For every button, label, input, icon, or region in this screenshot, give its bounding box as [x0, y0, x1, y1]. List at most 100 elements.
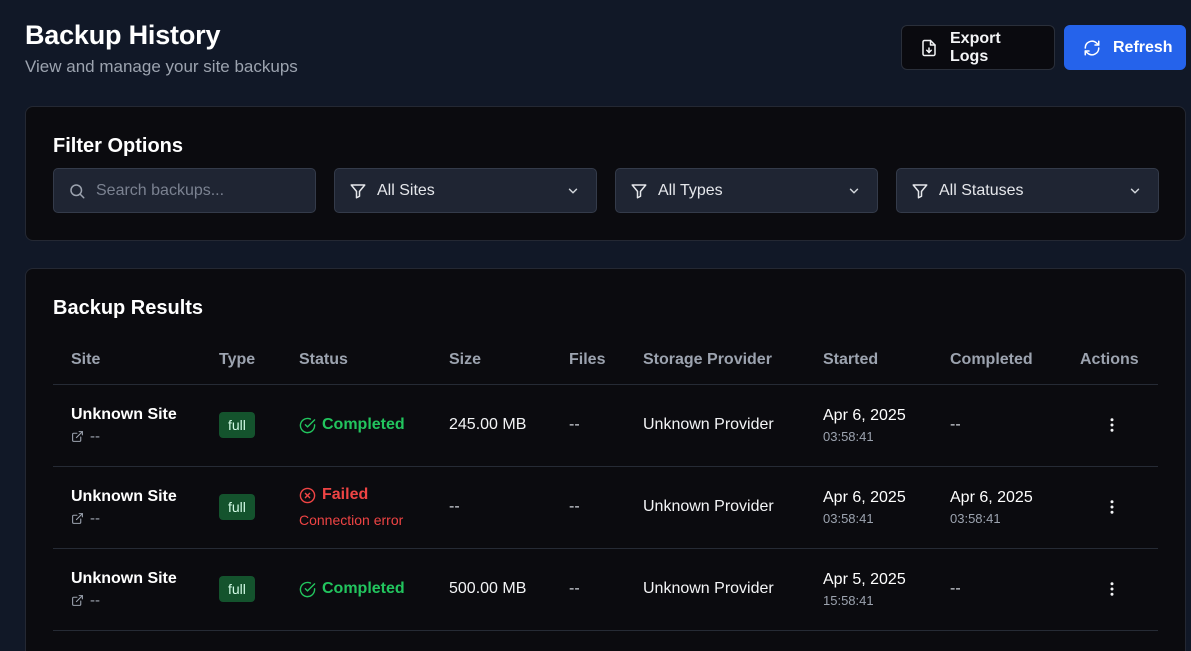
site-filter-value: All Sites — [377, 181, 435, 199]
filter-title: Filter Options — [53, 135, 183, 157]
refresh-icon — [1084, 40, 1100, 55]
completed-date: -- — [950, 580, 961, 597]
started-time: 15:58:41 — [823, 592, 874, 608]
page-title: Backup History — [25, 20, 221, 50]
search-box[interactable] — [53, 168, 316, 213]
started-cell: Apr 6, 2025 03:58:41 — [823, 384, 950, 467]
type-badge: full — [219, 494, 255, 520]
site-name: Unknown Site — [71, 569, 177, 587]
filter-icon — [911, 182, 929, 200]
provider-cell: Unknown Provider — [643, 466, 823, 549]
column-header-started[interactable]: Started — [823, 337, 950, 385]
files-cell: -- — [569, 384, 643, 467]
completed-date: -- — [950, 416, 961, 433]
export-logs-button[interactable]: Export Logs — [901, 25, 1055, 70]
site-filter-select[interactable]: All Sites — [334, 168, 597, 213]
actions-cell — [1080, 466, 1158, 549]
refresh-button[interactable]: Refresh — [1064, 25, 1186, 70]
external-link-icon — [72, 594, 83, 606]
site-link[interactable]: -- — [71, 428, 219, 445]
row-actions-button[interactable] — [1102, 416, 1122, 434]
files-cell: -- — [569, 548, 643, 631]
more-vertical-icon — [1110, 582, 1114, 596]
check-circle-icon — [299, 581, 316, 597]
export-logs-label: Export Logs — [950, 29, 1001, 65]
actions-cell — [1080, 548, 1158, 631]
type-filter-select[interactable]: All Types — [615, 168, 878, 213]
column-header-actions: Actions — [1080, 337, 1158, 385]
status-cell: Failed Connection error — [299, 466, 449, 549]
status-error-message: Connection error — [299, 512, 404, 528]
started-time: 03:58:41 — [823, 510, 874, 526]
site-cell: Unknown Site -- — [53, 548, 219, 631]
table-row[interactable]: Unknown Site -- full Completed 245.00 MB… — [53, 384, 1158, 467]
type-badge: full — [219, 576, 255, 602]
status-label: Completed — [322, 416, 405, 433]
row-actions-button[interactable] — [1102, 580, 1122, 598]
started-date: Apr 6, 2025 — [823, 406, 906, 424]
results-title: Backup Results — [53, 297, 204, 319]
page-subtitle: View and manage your site backups — [25, 57, 298, 76]
column-header-completed[interactable]: Completed — [950, 337, 1080, 385]
search-input[interactable] — [96, 181, 296, 200]
type-badge: full — [219, 412, 255, 438]
type-filter-value: All Types — [658, 181, 723, 199]
type-cell: full — [219, 548, 299, 631]
completed-cell: -- — [950, 548, 1080, 631]
column-header-files[interactable]: Files — [569, 337, 643, 385]
size-cell: 245.00 MB — [449, 384, 569, 467]
status-label: Completed — [322, 580, 405, 597]
column-header-status[interactable]: Status — [299, 337, 449, 385]
file-download-icon — [922, 39, 936, 56]
status-badge: Completed — [299, 580, 449, 598]
site-url: -- — [90, 591, 100, 609]
table-row[interactable]: Unknown Site -- full Failed Connection e… — [53, 466, 1158, 549]
chevron-down-icon — [566, 184, 580, 198]
x-circle-icon — [299, 487, 316, 503]
started-time: 03:58:41 — [823, 428, 874, 444]
table-row[interactable]: Unknown Site -- full Completed 500.00 MB… — [53, 548, 1158, 631]
row-actions-button[interactable] — [1102, 498, 1122, 516]
more-vertical-icon — [1110, 500, 1114, 514]
backup-table: Site Type Status Size Files Storage Prov… — [53, 337, 1158, 631]
column-header-site[interactable]: Site — [53, 337, 219, 385]
filter-icon — [630, 182, 648, 200]
started-date: Apr 6, 2025 — [823, 488, 906, 506]
external-link-icon — [72, 430, 83, 442]
size-cell: -- — [449, 466, 569, 549]
status-cell: Completed — [299, 384, 449, 467]
filter-card: Filter Options All Sites All Types — [25, 106, 1186, 241]
site-url: -- — [90, 427, 100, 445]
search-icon — [68, 182, 86, 200]
site-name: Unknown Site — [71, 405, 177, 423]
actions-cell — [1080, 384, 1158, 467]
type-cell: full — [219, 384, 299, 467]
site-cell: Unknown Site -- — [53, 466, 219, 549]
started-date: Apr 5, 2025 — [823, 570, 906, 588]
completed-time: 03:58:41 — [950, 510, 1001, 526]
site-link[interactable]: -- — [71, 510, 219, 527]
table-header-row: Site Type Status Size Files Storage Prov… — [53, 337, 1158, 385]
site-url: -- — [90, 509, 100, 527]
column-header-size[interactable]: Size — [449, 337, 569, 385]
site-link[interactable]: -- — [71, 592, 219, 609]
column-header-provider[interactable]: Storage Provider — [643, 337, 823, 385]
files-cell: -- — [569, 466, 643, 549]
started-cell: Apr 6, 2025 03:58:41 — [823, 466, 950, 549]
page-header: Backup History View and manage your site… — [25, 20, 298, 77]
chevron-down-icon — [847, 184, 861, 198]
site-name: Unknown Site — [71, 487, 177, 505]
status-cell: Completed — [299, 548, 449, 631]
status-badge: Failed — [299, 486, 449, 504]
check-circle-icon — [299, 417, 316, 433]
completed-date: Apr 6, 2025 — [950, 488, 1033, 506]
column-header-type[interactable]: Type — [219, 337, 299, 385]
status-badge: Completed — [299, 416, 449, 434]
chevron-down-icon — [1128, 184, 1142, 198]
status-filter-select[interactable]: All Statuses — [896, 168, 1159, 213]
completed-cell: -- — [950, 384, 1080, 467]
status-label: Failed — [322, 486, 369, 503]
filter-row: All Sites All Types All Statuses — [53, 168, 1159, 213]
completed-cell: Apr 6, 2025 03:58:41 — [950, 466, 1080, 549]
results-card: Backup Results Site Type Status Size Fil… — [25, 268, 1186, 651]
